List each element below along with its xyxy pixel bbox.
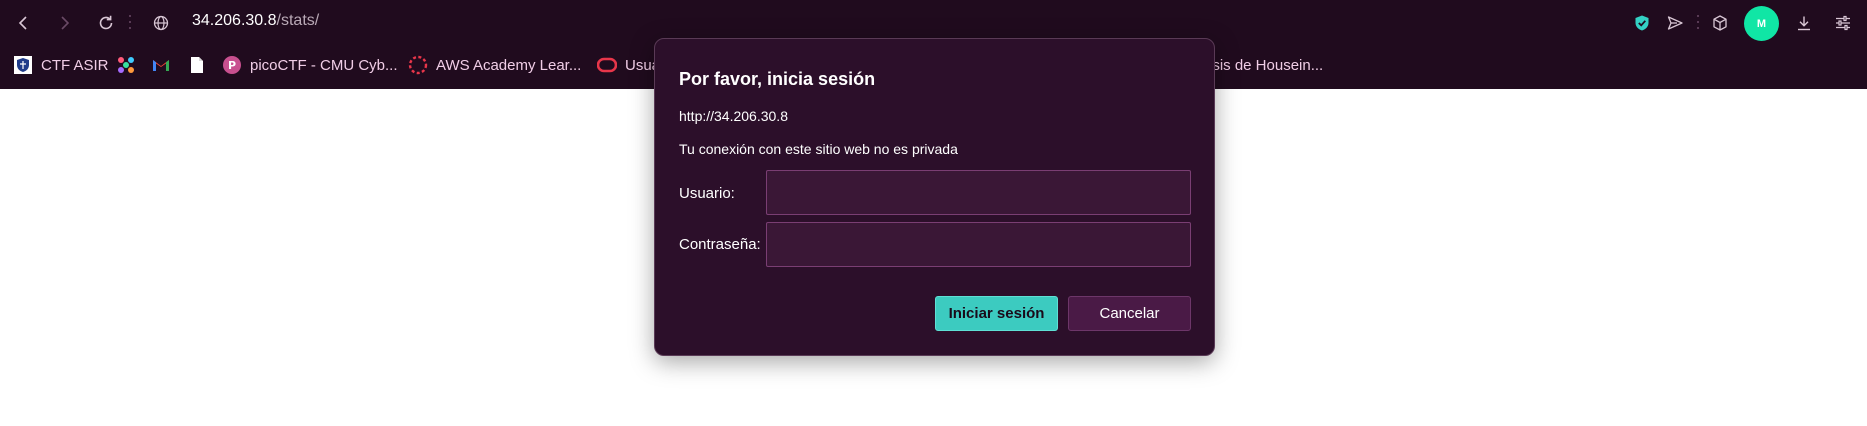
shield-check-icon (1635, 15, 1649, 31)
toolbar-separator-right (1697, 15, 1700, 31)
login-dialog: Por favor, inicia sesión http://34.206.3… (654, 38, 1215, 356)
bookmark-housein[interactable]: isis de Housein... (1209, 54, 1323, 76)
cancel-button[interactable]: Cancelar (1068, 296, 1191, 331)
svg-text:P: P (228, 59, 236, 72)
dotted-circle-icon (408, 55, 428, 75)
downloads-button[interactable] (1791, 10, 1817, 36)
toolbar-separator (129, 15, 132, 31)
picoctf-icon: P (222, 55, 242, 75)
url-host: 34.206.30.8 (192, 12, 277, 29)
password-label: Contraseña: (679, 236, 761, 253)
back-arrow-icon (18, 16, 27, 30)
bookmark-usuario[interactable]: Usua (597, 54, 660, 76)
globe-icon (153, 15, 169, 31)
bookmark-label: isis de Housein... (1209, 56, 1324, 74)
bookmark-aws-academy[interactable]: AWS Academy Lear... (408, 54, 581, 76)
reload-icon (99, 15, 113, 30)
bookmark-ctf-asir[interactable]: CTF ASIR (13, 54, 109, 76)
username-input[interactable] (766, 170, 1191, 215)
sign-in-button[interactable]: Iniciar sesión (935, 296, 1058, 331)
gmail-icon (151, 55, 171, 75)
connection-warning: Tu conexión con este sitio web no es pri… (679, 141, 958, 157)
settings-sliders-icon (1836, 15, 1850, 31)
download-icon (1798, 16, 1810, 31)
bookmark-label: AWS Academy Lear... (436, 56, 582, 74)
profile-avatar[interactable]: M (1744, 6, 1779, 41)
reload-button[interactable] (93, 10, 119, 36)
password-input[interactable] (766, 222, 1191, 267)
easy-setup-button[interactable] (1830, 10, 1856, 36)
bookmark-picoctf[interactable]: P picoCTF - CMU Cyb... (222, 54, 398, 76)
cube-icon (1713, 15, 1727, 31)
colorful-puzzle-icon (116, 55, 136, 75)
forward-button[interactable] (51, 10, 77, 36)
shield-crest-icon (13, 55, 33, 75)
dialog-title: Por favor, inicia sesión (679, 69, 876, 89)
url-path: /stats/ (276, 12, 320, 29)
vpn-shield-button[interactable] (1629, 10, 1655, 36)
forward-arrow-icon (61, 16, 70, 30)
send-button[interactable] (1662, 10, 1688, 36)
oracle-icon (597, 55, 617, 75)
bookmark-label: picoCTF - CMU Cyb... (250, 56, 398, 74)
bookmark-puzzle[interactable] (116, 54, 136, 76)
bookmark-label: CTF ASIR (41, 56, 109, 74)
extensions-button[interactable] (1707, 10, 1733, 36)
back-button[interactable] (11, 10, 37, 36)
address-bar[interactable]: 34.206.30.8/stats/ (192, 12, 319, 30)
send-icon (1667, 16, 1683, 30)
site-info-button[interactable] (148, 10, 174, 36)
document-icon (187, 55, 207, 75)
username-label: Usuario: (679, 185, 735, 202)
dialog-origin: http://34.206.30.8 (679, 108, 788, 124)
bookmark-document[interactable] (187, 54, 207, 76)
bookmark-gmail[interactable] (151, 54, 171, 76)
